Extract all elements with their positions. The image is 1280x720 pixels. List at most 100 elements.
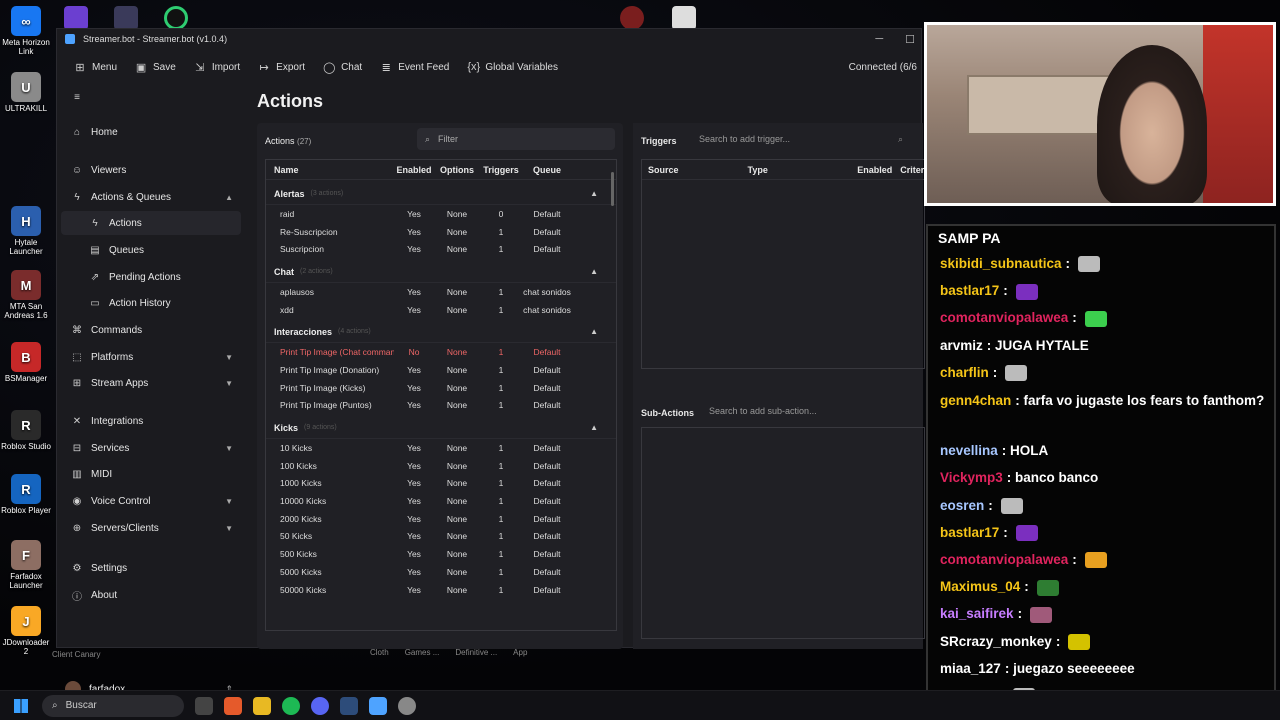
table-header: Source Type Enabled Criteria xyxy=(642,160,924,180)
table-cell: Yes xyxy=(407,584,421,595)
sidebar-item-commands[interactable]: ⌘ Commands xyxy=(61,318,241,342)
table-row[interactable]: xdd Yes None 1 chat sonidos xyxy=(266,301,616,319)
chevron-up-icon[interactable]: ▲ xyxy=(590,327,598,336)
sidebar-item-platforms[interactable]: ⬚ Platforms ▼ xyxy=(61,345,241,369)
filter-input[interactable]: ⌕ Filter xyxy=(417,128,615,150)
sidebar-item-about[interactable]: ⓘ About xyxy=(61,583,241,607)
sidebar-item-actions-queues[interactable]: ϟ Actions & Queues ▲ xyxy=(61,185,241,209)
table-row[interactable]: 5000 Kicks Yes None 1 Default xyxy=(266,563,616,581)
group-header[interactable]: Kicks (9 actions) ▲ xyxy=(266,417,616,440)
table-row[interactable]: Print Tip Image (Donation) Yes None 1 Defaul… xyxy=(266,361,616,379)
streamerbot-window: Streamer.bot - Streamer.bot (v1.0.4) ─ ☐… xyxy=(56,28,925,697)
table-row[interactable]: Print Tip Image (Chat comman No None 1 Defau… xyxy=(266,343,616,361)
audio-app-icon[interactable] xyxy=(340,696,358,715)
chevron-up-icon[interactable]: ▲ xyxy=(590,267,598,276)
discord-icon[interactable] xyxy=(311,696,329,715)
sub-actions-list[interactable] xyxy=(641,427,925,639)
desktop-icon[interactable]: R Roblox Player xyxy=(0,474,52,515)
desktop-icon[interactable]: U ULTRAKILL xyxy=(0,72,52,113)
table-row[interactable]: 100 Kicks Yes None 1 Default xyxy=(266,457,616,475)
chat-button[interactable]: ◯ Chat xyxy=(314,53,371,81)
sidebar-item-integrations[interactable]: ✕ Integrations xyxy=(61,409,241,433)
trigger-search-input[interactable]: Search to add trigger... ⌕ xyxy=(691,128,909,150)
column-header-source[interactable]: Source xyxy=(642,165,698,175)
sidebar-item-actions[interactable]: ϟ Actions xyxy=(61,211,241,235)
maximize-button[interactable]: ☐ xyxy=(905,33,915,46)
sidebar-item-services[interactable]: ⊟ Services ▼ xyxy=(61,436,241,460)
save-button[interactable]: ▣ Save xyxy=(126,53,185,81)
table-row[interactable]: Suscripcion Yes None 1 Default xyxy=(266,240,616,258)
event-feed-button[interactable]: ≣ Event Feed xyxy=(371,53,458,81)
table-row[interactable]: 2000 Kicks Yes None 1 Default xyxy=(266,510,616,528)
column-header-options[interactable]: Options xyxy=(434,165,480,175)
table-row[interactable]: 50 Kicks Yes None 1 Default xyxy=(266,528,616,546)
sidebar-item-voice-control[interactable]: ◉ Voice Control ▼ xyxy=(61,489,241,513)
app-icon[interactable] xyxy=(64,6,88,30)
sub-action-search-input[interactable]: Search to add sub-action... xyxy=(709,406,817,416)
start-button[interactable] xyxy=(0,698,42,713)
table-row[interactable]: Print Tip Image (Kicks) Yes None 1 Default xyxy=(266,379,616,397)
global-variables-button[interactable]: {x} Global Variables xyxy=(458,53,567,81)
table-row[interactable]: 1000 Kicks Yes None 1 Default xyxy=(266,475,616,493)
import-button[interactable]: ⇲ Import xyxy=(185,53,249,81)
file-explorer-icon[interactable] xyxy=(253,696,271,715)
column-header-type[interactable]: Type xyxy=(698,165,805,175)
group-header[interactable]: Chat (2 actions) ▲ xyxy=(266,261,616,284)
sidebar-item-midi[interactable]: ▥ MIDI xyxy=(61,462,241,486)
desktop-icon-label: Roblox Player xyxy=(1,506,51,515)
connection-status[interactable]: Connected (6/6 xyxy=(849,62,921,73)
chevron-up-icon[interactable]: ▲ xyxy=(590,423,598,432)
desktop-icon[interactable]: B BSManager xyxy=(0,342,52,383)
table-row[interactable]: Print Tip Image (Puntos) Yes None 1 Default xyxy=(266,397,616,415)
desktop-icon[interactable]: H Hytale Launcher xyxy=(0,206,52,256)
sidebar-item-action-history[interactable]: ▭ Action History xyxy=(61,291,241,315)
table-cell: Yes xyxy=(407,226,421,237)
group-header[interactable]: Interacciones (4 actions) ▲ xyxy=(266,321,616,344)
desktop-icon[interactable]: ∞ Meta Horizon Link xyxy=(0,6,52,56)
sidebar-item-viewers[interactable]: ☺ Viewers xyxy=(61,158,241,182)
sidebar-item-pending-actions[interactable]: ⇗ Pending Actions xyxy=(61,265,241,289)
desktop-icon[interactable]: J JDownloader 2 xyxy=(0,606,52,656)
spotify-icon[interactable] xyxy=(282,696,300,715)
scrollbar[interactable] xyxy=(611,172,614,206)
app-icon[interactable] xyxy=(620,6,644,30)
users-icon: ☺ xyxy=(71,164,83,176)
table-row[interactable]: 10 Kicks Yes None 1 Default xyxy=(266,439,616,457)
menu-button[interactable]: ⊞ Menu xyxy=(65,53,126,81)
desktop-icon[interactable]: M MTA San Andreas 1.6 xyxy=(0,270,52,320)
desktop-icon[interactable]: F Farfadox Launcher xyxy=(0,540,52,590)
table-row[interactable]: 10000 Kicks Yes None 1 Default xyxy=(266,492,616,510)
column-header-criteria[interactable]: Criteria xyxy=(892,165,924,175)
sidebar-item-servers-clients[interactable]: ⊕ Servers/Clients ▼ xyxy=(61,516,241,540)
document-icon[interactable] xyxy=(672,6,696,30)
sidebar-item-home[interactable]: ⌂ Home xyxy=(61,120,241,144)
desktop-icon[interactable]: R Roblox Studio xyxy=(0,410,52,451)
sidebar-item-stream-apps[interactable]: ⊞ Stream Apps ▼ xyxy=(61,371,241,395)
table-row[interactable]: Re-Suscripcion Yes None 1 Default xyxy=(266,223,616,241)
group-header[interactable]: Alertas (3 actions) ▲ xyxy=(266,183,616,205)
audio-app-icon[interactable] xyxy=(114,6,138,30)
table-row[interactable]: 50000 Kicks Yes None 1 Default xyxy=(266,581,616,599)
export-button[interactable]: ↦ Export xyxy=(249,53,314,81)
app-icon[interactable] xyxy=(398,696,416,715)
brave-browser-icon[interactable] xyxy=(224,696,242,715)
app-icon[interactable] xyxy=(164,6,188,30)
sidebar-toggle[interactable]: ≡ xyxy=(61,85,241,109)
column-header-enabled[interactable]: Enabled xyxy=(394,165,434,175)
streamerbot-icon[interactable] xyxy=(369,696,387,715)
taskbar-search[interactable]: ⌕ Buscar xyxy=(42,694,184,717)
minimize-button[interactable]: ─ xyxy=(875,33,883,46)
title-bar[interactable]: Streamer.bot - Streamer.bot (v1.0.4) ─ ☐ xyxy=(57,29,921,49)
sidebar-item-settings[interactable]: ⚙ Settings xyxy=(61,556,241,580)
task-view-icon[interactable] xyxy=(195,696,213,715)
column-header-queue[interactable]: Queue xyxy=(522,165,572,175)
chat-message: bastlar17: xyxy=(940,277,1270,304)
table-row[interactable]: raid Yes None 0 Default xyxy=(266,205,616,223)
sidebar-item-queues[interactable]: ▤ Queues xyxy=(61,238,241,262)
column-header-enabled[interactable]: Enabled xyxy=(805,165,892,175)
table-row[interactable]: 500 Kicks Yes None 1 Default xyxy=(266,545,616,563)
column-header-name[interactable]: Name xyxy=(266,165,394,175)
chevron-up-icon[interactable]: ▲ xyxy=(590,189,598,198)
table-row[interactable]: aplausos Yes None 1 chat sonidos xyxy=(266,283,616,301)
column-header-triggers[interactable]: Triggers xyxy=(480,165,522,175)
